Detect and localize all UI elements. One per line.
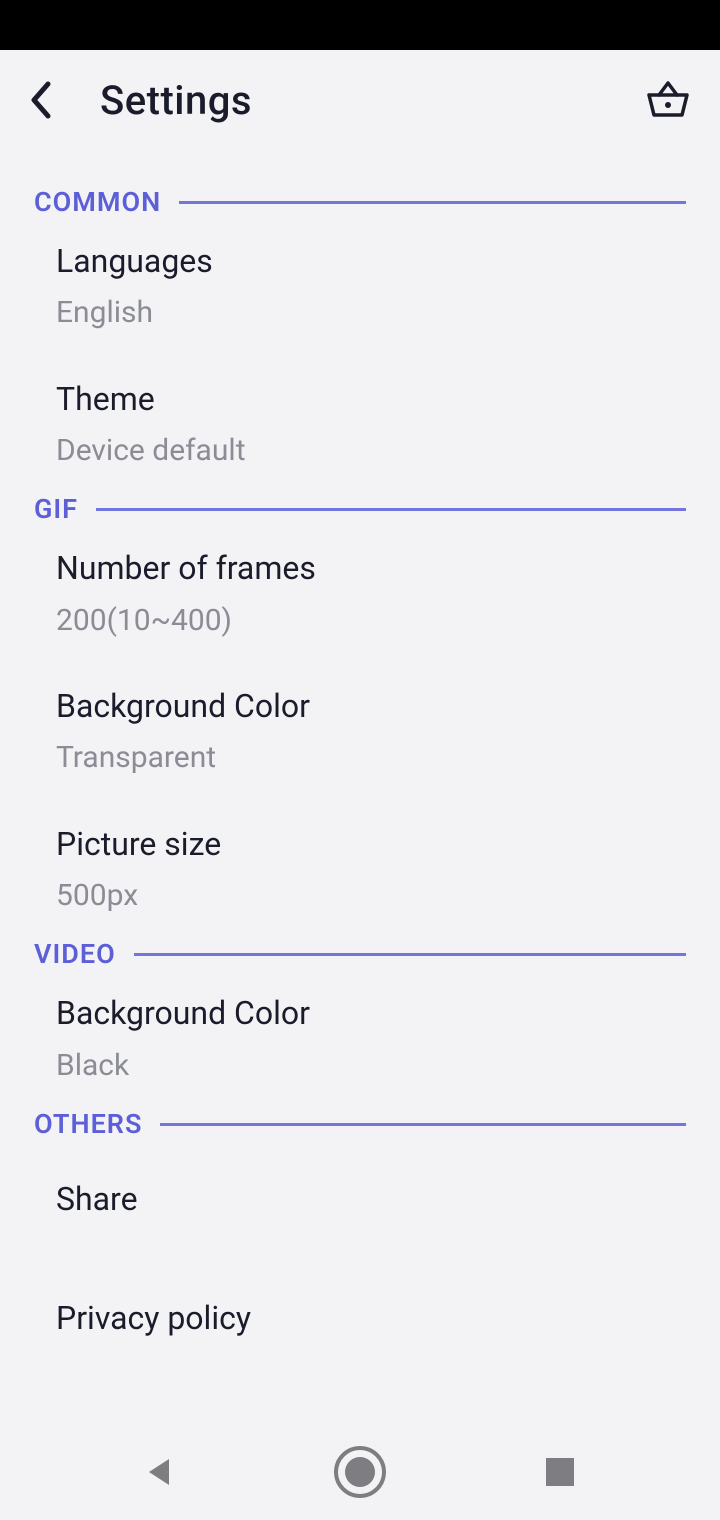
section-label: OTHERS [34,1108,142,1140]
section-header-others: OTHERS [0,1108,720,1140]
setting-value: English [56,293,720,334]
setting-value: 500px [56,876,720,917]
section-divider [179,201,686,204]
setting-value: Transparent [56,738,720,779]
page-title: Settings [100,77,252,124]
setting-title: Languages [56,240,720,283]
setting-value: 200(10~400) [56,601,720,642]
circle-home-icon [334,1446,386,1498]
square-recent-icon [546,1458,574,1486]
back-button[interactable] [28,76,76,124]
setting-title: Share [56,1178,720,1221]
setting-send-feedback[interactable]: Send feedback by email [0,1379,720,1425]
setting-gif-bgcolor[interactable]: Background Color Transparent [0,663,720,801]
setting-share[interactable]: Share [0,1140,720,1259]
section-divider [96,508,686,511]
setting-title: Background Color [56,992,720,1035]
setting-title: Number of frames [56,547,720,590]
section-label: GIF [34,493,78,525]
nav-recent-button[interactable] [520,1432,600,1512]
setting-gif-picsize[interactable]: Picture size 500px [0,801,720,939]
setting-title: Privacy policy [56,1297,720,1340]
triangle-back-icon [143,1455,177,1489]
settings-screen: Settings COMMON Languages English Theme … [0,50,720,1424]
nav-home-button[interactable] [320,1432,400,1512]
section-label: VIDEO [34,938,116,970]
section-header-video: VIDEO [0,938,720,970]
toolbar: Settings [0,50,720,144]
setting-gif-frames[interactable]: Number of frames 200(10~400) [0,525,720,663]
setting-title: Picture size [56,823,720,866]
setting-title: Background Color [56,685,720,728]
setting-video-bgcolor[interactable]: Background Color Black [0,970,720,1108]
chevron-left-icon [28,80,54,120]
settings-list: COMMON Languages English Theme Device de… [0,144,720,1424]
system-navigation-bar [0,1424,720,1520]
setting-value: Black [56,1046,720,1087]
section-label: COMMON [34,186,161,218]
section-divider [134,953,686,956]
setting-theme[interactable]: Theme Device default [0,356,720,494]
section-divider [160,1123,686,1126]
setting-languages[interactable]: Languages English [0,218,720,356]
basket-button[interactable] [644,76,692,124]
status-bar [0,0,720,50]
setting-title: Send feedback by email [56,1417,720,1425]
nav-back-button[interactable] [120,1432,200,1512]
setting-privacy-policy[interactable]: Privacy policy [0,1259,720,1378]
basket-icon [645,77,691,123]
section-header-gif: GIF [0,493,720,525]
setting-value: Device default [56,431,720,472]
section-header-common: COMMON [0,186,720,218]
setting-title: Theme [56,378,720,421]
